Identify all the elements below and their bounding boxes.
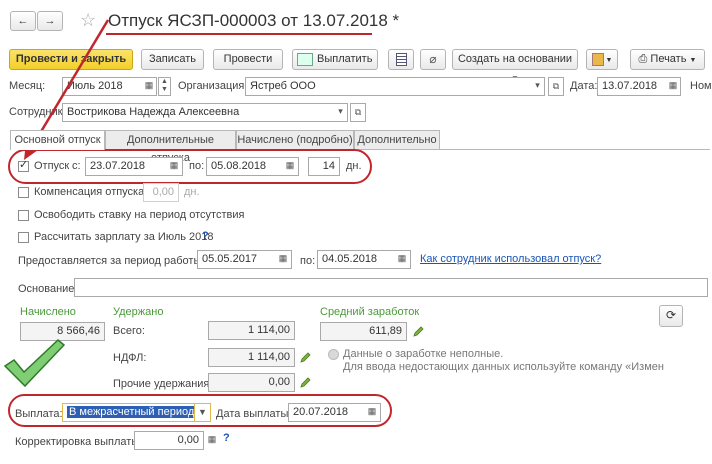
printer-icon: ⎙	[638, 53, 648, 65]
warning-icon	[328, 349, 339, 360]
calendar-icon[interactable]: ▦	[394, 250, 410, 269]
paperclip-icon: ⌀	[429, 52, 437, 66]
withheld-title: Удержано	[113, 306, 164, 318]
calc-salary-label: Рассчитать зарплату за Июль 2018	[34, 231, 214, 243]
page-title: Отпуск ЯСЗП-000003 от 13.07.2018 *	[108, 11, 400, 30]
work-period-label: Предоставляется за период работы с:	[18, 255, 213, 267]
calendar-icon[interactable]: ▦	[141, 77, 157, 96]
date-label: Дата:	[570, 80, 598, 92]
save-button[interactable]: Записать	[141, 49, 204, 70]
edit-pencil-icon[interactable]	[413, 325, 425, 337]
ndfl-label: НДФЛ:	[113, 352, 147, 364]
annotation-oval-payment	[8, 394, 392, 427]
employee-open-button[interactable]: ⧉	[350, 103, 366, 122]
number-label: Ном	[690, 80, 712, 92]
correction-label: Корректировка выплаты:	[15, 436, 143, 448]
calculator-icon[interactable]: ▦	[205, 431, 219, 450]
incomplete-data-note: Данные о заработке неполные.	[343, 348, 504, 360]
refresh-button[interactable]: ⟳	[659, 305, 683, 327]
work-period-to-label: по:	[300, 255, 316, 267]
vacation-usage-link[interactable]: Как сотрудник использовал отпуск?	[420, 253, 601, 265]
basis-field[interactable]	[74, 278, 708, 297]
compensation-days-field[interactable]: 0,00	[143, 183, 179, 202]
basis-label: Основание:	[18, 283, 78, 295]
month-stepper[interactable]: ▲ ▼	[158, 77, 171, 96]
organization-label: Организация:	[178, 80, 248, 92]
pay-label: Выплатить	[317, 53, 373, 65]
annotation-checkmark-icon	[3, 338, 66, 388]
tab-additional[interactable]: Дополнительно	[354, 130, 440, 149]
free-rate-checkbox[interactable]	[18, 210, 29, 221]
ndfl-amount: 1 114,00	[208, 348, 295, 367]
title-underline	[106, 33, 372, 35]
structure-button[interactable]: ▼	[586, 49, 618, 70]
calendar-icon[interactable]: ▦	[665, 77, 681, 96]
report-button[interactable]	[388, 49, 414, 70]
other-withholdings-label: Прочие удержания:	[113, 378, 213, 390]
refresh-icon: ⟳	[665, 308, 677, 322]
compensation-days-unit: дн.	[184, 186, 200, 198]
post-button[interactable]: Провести	[213, 49, 283, 70]
structure-icon	[591, 52, 604, 66]
organization-open-button[interactable]: ⧉	[548, 77, 564, 96]
calc-salary-checkbox[interactable]	[18, 232, 29, 243]
report-icon	[395, 52, 407, 66]
calendar-icon[interactable]: ▦	[275, 250, 291, 269]
other-withholdings-amount: 0,00	[208, 373, 295, 392]
create-based-on-button[interactable]: Создать на основании ▼	[452, 49, 578, 83]
correction-amount[interactable]: 0,00	[134, 431, 204, 450]
pay-button[interactable]: Выплатить	[292, 49, 378, 70]
edit-pencil-icon[interactable]	[300, 351, 312, 363]
accrued-title: Начислено	[20, 306, 76, 318]
help-icon[interactable]: ?	[202, 230, 209, 242]
compensation-checkbox[interactable]	[18, 187, 29, 198]
organization-dropdown[interactable]: ▾	[530, 77, 545, 96]
help-icon[interactable]: ?	[223, 432, 230, 444]
free-rate-label: Освободить ставку на период отсутствия	[34, 209, 245, 221]
organization-field[interactable]: Ястреб ООО	[245, 77, 545, 96]
pay-icon	[297, 52, 313, 66]
chevron-down-icon: ▼	[689, 57, 697, 64]
employee-dropdown[interactable]: ▾	[333, 103, 348, 122]
incomplete-data-hint: Для ввода недостающих данных используйте…	[343, 361, 664, 373]
edit-pencil-icon[interactable]	[300, 376, 312, 388]
withheld-total-amount: 1 114,00	[208, 321, 295, 340]
attach-button[interactable]: ⌀	[420, 49, 446, 70]
avg-earnings-amount: 611,89	[320, 322, 407, 341]
print-button[interactable]: ⎙ Печать ▼	[630, 49, 705, 70]
compensation-label: Компенсация отпуска	[34, 186, 145, 198]
annotation-arrow-icon	[24, 19, 110, 160]
withheld-total-label: Всего:	[113, 325, 145, 337]
print-label: Печать	[650, 53, 687, 65]
chevron-down-icon: ▼	[605, 57, 613, 64]
tab-accrued-detailed[interactable]: Начислено (подробно)	[236, 130, 354, 149]
tab-main-vacation[interactable]: Основной отпуск	[10, 130, 105, 150]
avg-earnings-title: Средний заработок	[320, 306, 420, 318]
create-based-label: Создать на основании	[457, 53, 573, 65]
